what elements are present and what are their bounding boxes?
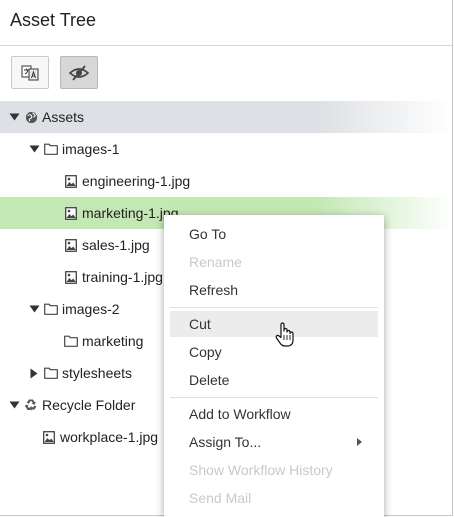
menu-item-go-to[interactable]: Go To: [170, 221, 378, 247]
menu-separator: [170, 397, 378, 398]
menu-item-label: Add to Workflow: [189, 406, 291, 422]
menu-item-delete[interactable]: Delete: [170, 367, 378, 393]
tree-node-assets[interactable]: Assets: [0, 101, 452, 133]
tree-node-label: stylesheets: [62, 365, 133, 381]
recycle-icon: [24, 398, 38, 412]
folder-icon: [64, 334, 78, 348]
menu-item-assign-to[interactable]: Assign To...: [170, 429, 378, 455]
image-file-icon: [64, 270, 78, 284]
translate-icon: [20, 63, 40, 83]
submenu-arrow-icon: [357, 438, 362, 446]
caret-down-icon[interactable]: [28, 303, 40, 315]
globe-icon: [24, 110, 38, 124]
toggle-hidden-button[interactable]: [60, 56, 98, 89]
menu-item-send-mail: Send Mail: [170, 485, 378, 511]
tree-node-label: training-1.jpg: [82, 269, 163, 285]
menu-item-label: Copy: [189, 344, 222, 360]
menu-item-copy[interactable]: Copy: [170, 339, 378, 365]
menu-item-label: Go To: [189, 226, 227, 242]
tree-node-label: sales-1.jpg: [82, 237, 150, 253]
image-file-icon: [42, 430, 56, 444]
image-file-icon: [64, 206, 78, 220]
tree-node-images-1[interactable]: images-1: [0, 133, 452, 165]
caret-down-icon[interactable]: [8, 111, 20, 123]
menu-item-refresh[interactable]: Refresh: [170, 277, 378, 303]
caret-down-icon[interactable]: [8, 399, 20, 411]
menu-item-label: Refresh: [189, 282, 239, 298]
menu-item-cut[interactable]: Cut: [170, 311, 378, 337]
tree-node-label: marketing: [82, 333, 144, 349]
menu-item-label: Send Mail: [189, 490, 252, 506]
tree-node-label: Recycle Folder: [42, 397, 136, 413]
menu-separator: [170, 307, 378, 308]
menu-item-label: Show Workflow History: [189, 462, 333, 478]
menu-item-label: Rename: [189, 254, 242, 270]
tree-node-label: images-1: [62, 141, 120, 157]
tree-node-label: Assets: [42, 109, 85, 125]
eye-slash-icon: [68, 64, 90, 82]
tree-node-label: workplace-1.jpg: [60, 429, 159, 445]
context-menu: Go To Rename Refresh Cut Copy Delete Add to Wo…: [164, 215, 384, 517]
translate-button[interactable]: [11, 56, 49, 89]
menu-item-rename: Rename: [170, 249, 378, 275]
menu-item-label: Assign To...: [189, 434, 262, 450]
image-file-icon: [64, 238, 78, 252]
menu-item-label: Delete: [189, 372, 230, 388]
hand-cursor-icon: [275, 322, 294, 347]
menu-item-label: Cut: [189, 316, 211, 332]
folder-icon: [44, 302, 58, 316]
menu-item-add-to-workflow[interactable]: Add to Workflow: [170, 401, 378, 427]
caret-down-icon[interactable]: [28, 143, 40, 155]
folder-icon: [44, 142, 58, 156]
panel-title: Asset Tree: [10, 10, 97, 30]
folder-icon: [44, 366, 58, 380]
menu-item-show-workflow-history: Show Workflow History: [170, 457, 378, 483]
caret-right-icon[interactable]: [28, 367, 40, 379]
title-divider: [0, 45, 452, 46]
tree-node-label: images-2: [62, 301, 120, 317]
tree-node-engineering-1-jpg[interactable]: engineering-1.jpg: [0, 165, 452, 197]
tree-node-label: engineering-1.jpg: [82, 173, 191, 189]
image-file-icon: [64, 174, 78, 188]
